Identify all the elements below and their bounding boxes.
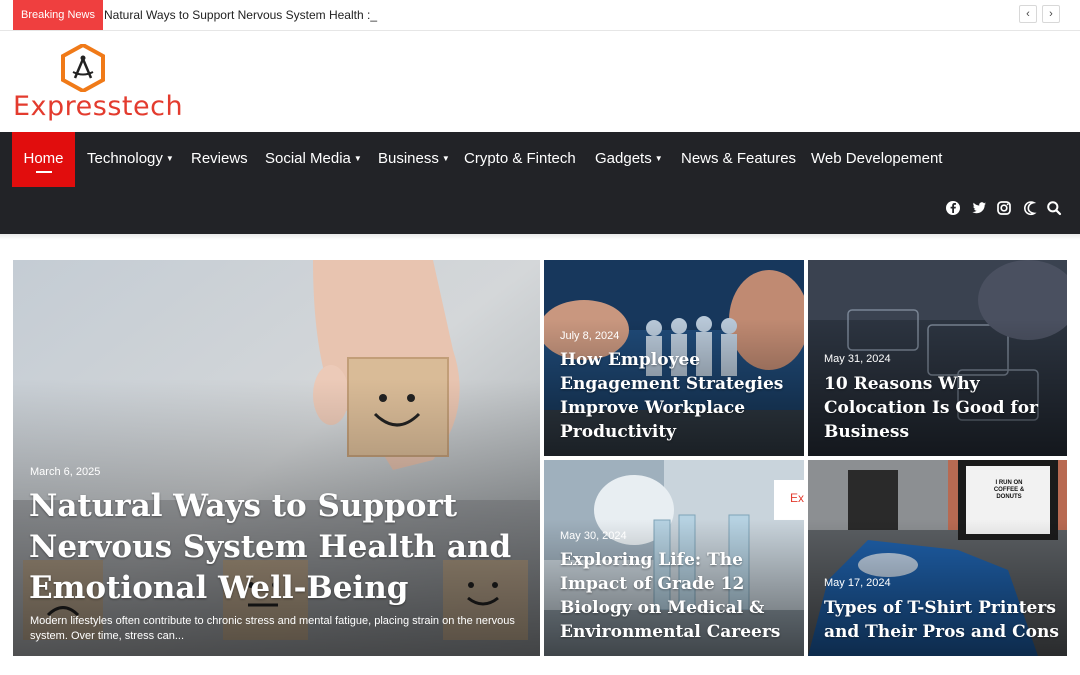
facebook-icon[interactable] [945,200,961,216]
nav-item-technology[interactable]: Technology ▼ [87,132,174,187]
nav-item-news-features[interactable]: News & Features [681,132,796,187]
featured-card-colocation[interactable]: May 31, 2024 10 Reasons Why Colocation I… [808,260,1067,456]
featured-card-biology[interactable]: Ex May 30, 2024 Exploring Life: The Impa… [544,460,804,656]
featured-card-tshirt-printers[interactable]: I RUN ON COFFEE & DONUTS May 17, 2024 Ty… [808,460,1067,656]
nav-shadow-divider [0,234,1080,240]
post-date: May 30, 2024 [560,530,627,542]
instagram-icon[interactable] [996,200,1012,216]
search-icon[interactable] [1046,200,1062,216]
nav-item-label: Crypto & Fintech [464,150,576,167]
nav-item-label: Social Media [265,150,351,167]
nav-item-home[interactable]: Home [12,132,75,187]
breaking-news-link[interactable]: Natural Ways to Support Nervous System H… [104,0,377,30]
site-name: Expresstech [13,91,184,122]
twitter-icon[interactable] [971,200,987,216]
post-title[interactable]: How Employee Engagement Strategies Impro… [560,348,796,444]
featured-main-card[interactable]: March 6, 2025 Natural Ways to Support Ne… [13,260,540,656]
nav-item-reviews[interactable]: Reviews [191,132,248,187]
prev-arrow-button[interactable]: ‹ [1019,5,1037,23]
post-title[interactable]: 10 Reasons Why Colocation Is Good for Bu… [824,372,1060,444]
breaking-news-bar: Breaking News Natural Ways to Support Ne… [0,0,1080,31]
post-date: July 8, 2024 [560,330,620,342]
nav-item-business[interactable]: Business ▼ [378,132,450,187]
post-excerpt: Modern lifestyles often contribute to ch… [30,615,515,642]
post-title[interactable]: Exploring Life: The Impact of Grade 12 B… [560,548,796,644]
nav-item-label: Home [23,150,64,167]
nav-item-label: News & Features [681,150,797,167]
compass-logo-icon [61,44,105,92]
nav-item-label: Technology [87,150,163,167]
caret-down-icon: ▼ [165,154,174,163]
nav-item-web-development[interactable]: Web Developement [811,132,942,187]
nav-item-gadgets[interactable]: Gadgets ▼ [595,132,663,187]
dark-mode-moon-icon[interactable] [1021,200,1037,216]
post-title[interactable]: Types of T-Shirt Printers and Their Pros… [824,596,1060,644]
caret-down-icon: ▼ [654,154,663,163]
caret-down-icon: ▼ [353,154,362,163]
mug-text: I RUN ON COFFEE & DONUTS [993,480,1025,500]
next-arrow-button[interactable]: › [1042,5,1060,23]
nav-item-label: Reviews [191,150,248,167]
lab-tag-text: Ex [790,491,804,505]
nav-item-social-media[interactable]: Social Media ▼ [265,132,362,187]
main-navigation: Home Technology ▼ Reviews Social Media ▼ B… [0,132,1080,234]
site-logo[interactable]: Expresstech [13,44,183,122]
nav-item-label: Business [378,150,439,167]
caret-down-icon: ▼ [441,154,450,163]
nav-item-label: Web Developement [811,150,943,167]
post-date: March 6, 2025 [30,466,101,478]
featured-card-employee-engagement[interactable]: July 8, 2024 How Employee Engagement Str… [544,260,804,456]
nav-item-label: Gadgets [595,150,652,167]
post-date: May 17, 2024 [824,577,891,589]
nav-item-crypto-fintech[interactable]: Crypto & Fintech [464,132,576,187]
breaking-news-label: Breaking News [13,0,103,30]
post-date: May 31, 2024 [824,353,891,365]
post-title[interactable]: Natural Ways to Support Nervous System H… [29,486,529,609]
